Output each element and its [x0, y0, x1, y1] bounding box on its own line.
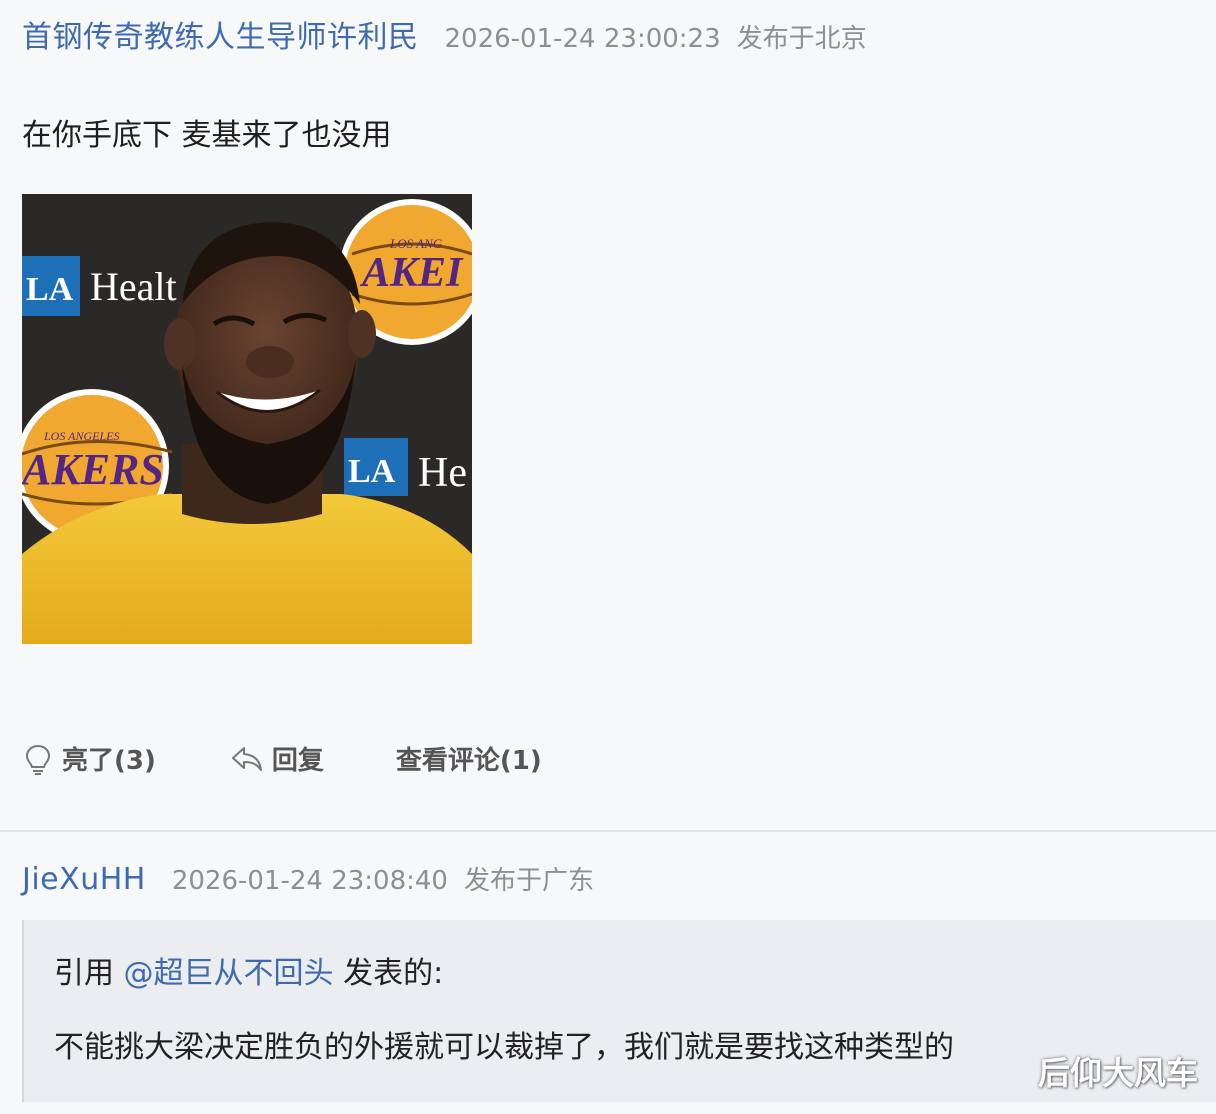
banner-right-la: LA: [348, 453, 396, 490]
post-location: 发布于北京: [736, 24, 867, 54]
like-label: 亮了(3): [62, 746, 156, 776]
reply-arrow-icon: [231, 746, 262, 771]
quote-suffix: 发表的:: [333, 956, 444, 991]
logo-left-small: LOS ANGELES: [43, 429, 119, 443]
post-second: JieXuHH 2026-01-24 23:08:40 发布于广东 引用 @超巨…: [0, 832, 1216, 1114]
logo-top-text: AKEI: [359, 250, 464, 296]
quote-prefix: 引用: [54, 956, 124, 991]
post-time: 2026-01-24 23:00:23: [444, 24, 721, 54]
post-meta: JieXuHH 2026-01-24 23:08:40 发布于广东: [22, 860, 594, 897]
author-name[interactable]: JieXuHH: [22, 862, 146, 897]
post-text: 在你手底下 麦基来了也没用: [22, 118, 392, 153]
author-name[interactable]: 首钢传奇教练人生导师许利民: [22, 12, 419, 56]
quote-body: 不能挑大梁决定胜负的外援就可以裁掉了，我们就是要找这种类型的: [54, 1030, 954, 1065]
post-time: 2026-01-24 23:08:40: [171, 866, 448, 896]
banner-left-text: Healt: [90, 264, 177, 309]
banner-right-text: He: [418, 450, 467, 496]
reply-label: 回复: [271, 746, 324, 776]
view-comments-label: 查看评论(1): [395, 746, 542, 776]
like-button[interactable]: 亮了(3): [22, 740, 156, 777]
post-actions: 亮了(3) 回复 查看评论(1): [22, 740, 542, 777]
lightbulb-icon: [25, 744, 51, 775]
post-location: 发布于广东: [463, 866, 594, 896]
quote-block: 引用 @超巨从不回头 发表的: 不能挑大梁决定胜负的外援就可以裁掉了，我们就是要…: [22, 920, 1216, 1102]
view-comments-button[interactable]: 查看评论(1): [396, 740, 542, 777]
banner-left-la: LA: [26, 271, 74, 308]
quote-mention-link[interactable]: @超巨从不回头: [124, 956, 334, 991]
logo-top-small: LOS ANG: [389, 236, 443, 251]
reply-button[interactable]: 回复: [230, 740, 324, 777]
photo-illustration: LA Healt LOS ANG AKEI LOS ANGELES AKERS …: [22, 194, 472, 644]
watermark: 后仰大风车: [1037, 1054, 1198, 1092]
quote-header: 引用 @超巨从不回头 发表的:: [54, 948, 443, 992]
post-first: 首钢传奇教练人生导师许利民 2026-01-24 23:00:23 发布于北京 …: [0, 0, 1216, 830]
post-meta: 首钢传奇教练人生导师许利民 2026-01-24 23:00:23 发布于北京: [22, 12, 867, 56]
post-image[interactable]: LA Healt LOS ANG AKEI LOS ANGELES AKERS …: [22, 194, 472, 644]
logo-left-text: AKERS: [22, 445, 164, 494]
